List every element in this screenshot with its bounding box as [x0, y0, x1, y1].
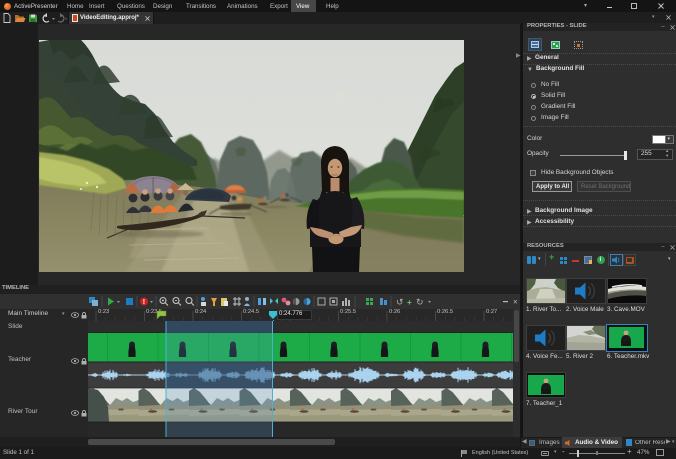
- svg-text:↺: ↺: [396, 297, 404, 307]
- svg-text:×: ×: [513, 298, 518, 307]
- svg-text:↻: ↻: [416, 297, 424, 307]
- svg-text:!: !: [143, 299, 145, 306]
- svg-text:+: +: [407, 298, 412, 307]
